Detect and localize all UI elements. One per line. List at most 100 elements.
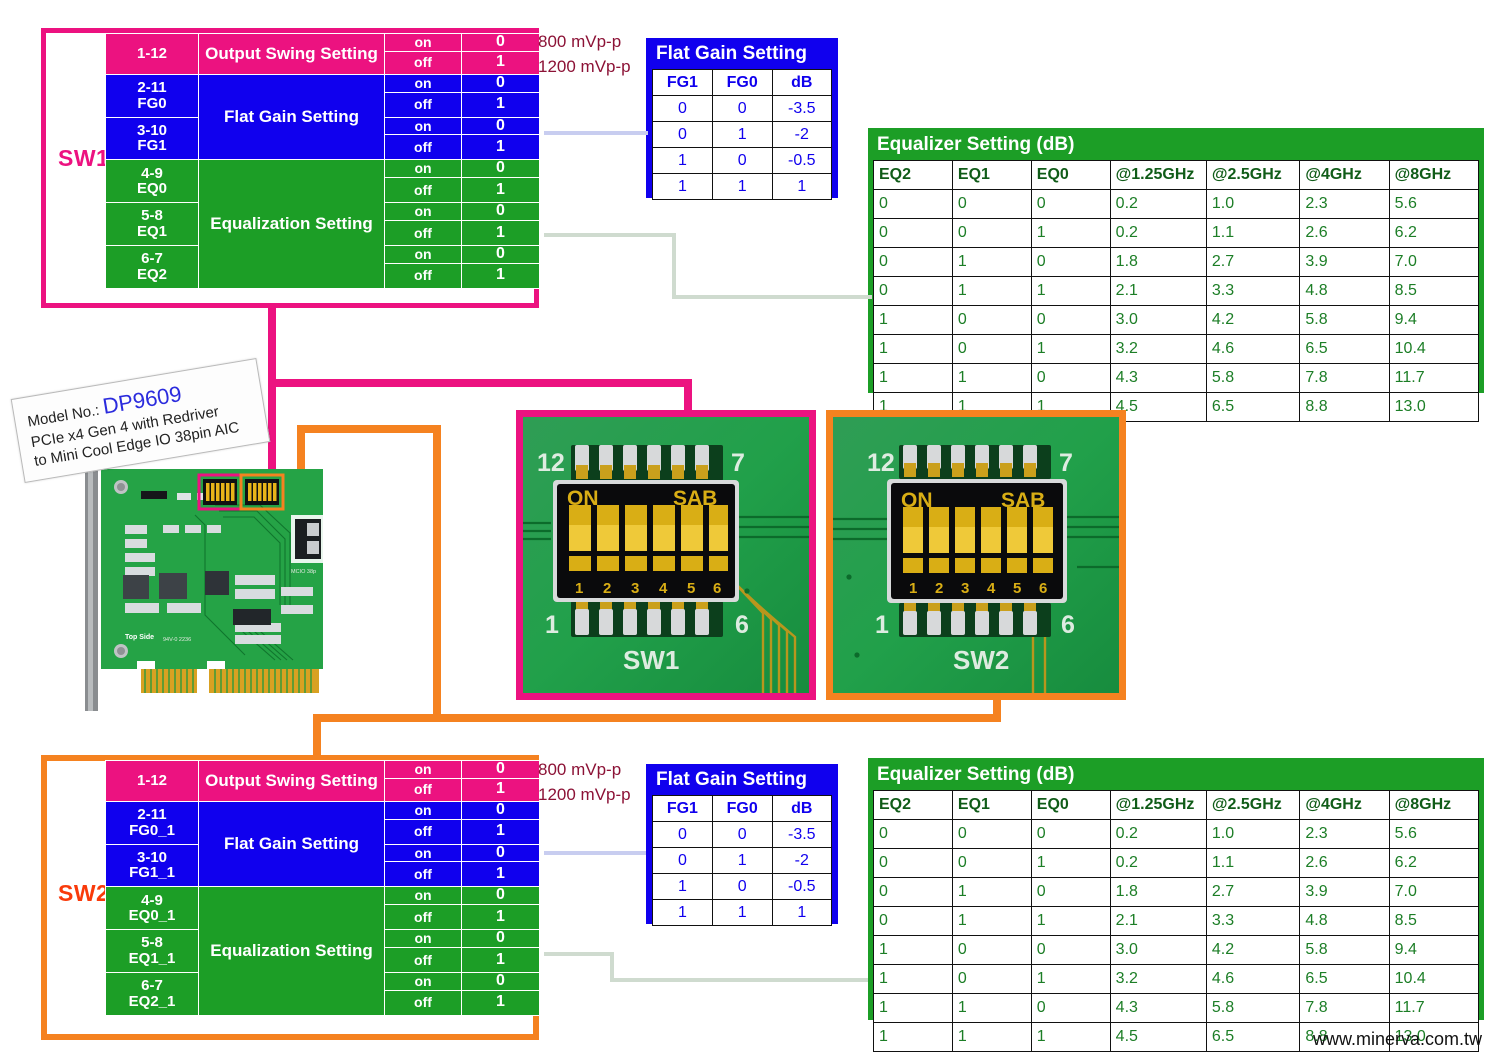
cell: 0 — [951, 819, 1032, 849]
flat-gain-title: Flat Gain Setting — [656, 43, 807, 64]
pin-cell: 2-11 FG0_1 — [105, 800, 199, 845]
cell: 0 — [873, 276, 953, 306]
cell: 0 — [951, 305, 1032, 335]
bit-cell: 1 — [461, 777, 540, 802]
table-row: 4-9 EQ0 Equalization Setting on 0 — [105, 159, 540, 289]
sw2-pin-1: 1 — [875, 611, 889, 639]
state-cell: on — [384, 33, 462, 52]
header-cell: EQ2 — [873, 790, 953, 820]
cell: 10.4 — [1388, 964, 1480, 994]
pin-cell: 3-10 FG1 — [105, 116, 199, 161]
cell: 1 — [873, 935, 953, 965]
table-row: 1 0 0 3.0 4.2 5.8 9.4 — [873, 305, 1480, 335]
cell: 0 — [1030, 819, 1111, 849]
pin-number: 3-10 — [136, 121, 168, 139]
cell: 7.8 — [1299, 993, 1390, 1023]
cell: -2 — [771, 847, 833, 874]
sw1-switch-num-6: 6 — [713, 580, 721, 597]
header-cell: FG1 — [652, 795, 713, 822]
cell: 6.5 — [1205, 1022, 1301, 1052]
cell: -2 — [771, 121, 833, 148]
signal-name: EQ1 — [136, 223, 167, 241]
sw1-on-text: ON — [567, 487, 599, 510]
cell: -0.5 — [771, 873, 833, 900]
header-cell: @4GHz — [1299, 790, 1390, 820]
sw2-switch-num-2: 2 — [935, 580, 943, 597]
sw1-dip-photo: ON SAB 1 2 3 4 5 6 12 7 1 6 SW1 — [516, 410, 816, 700]
state-cell: on — [384, 760, 462, 779]
pin-cell: 6-7 EQ2_1 — [105, 971, 199, 1016]
sw1-dip-svg: ON SAB 1 2 3 4 5 6 12 7 1 6 SW1 — [523, 417, 809, 693]
bit-cell: 1 — [461, 946, 540, 973]
cell: 4.2 — [1205, 935, 1301, 965]
state-cell: on — [384, 800, 462, 820]
header-cell: EQ0 — [1030, 790, 1111, 820]
cell: 0 — [652, 95, 713, 122]
cell: 5.8 — [1205, 993, 1301, 1023]
header-cell: @8GHz — [1388, 160, 1480, 190]
cell: 0 — [873, 906, 953, 936]
cell: 1 — [1030, 218, 1111, 248]
cell: 1 — [652, 899, 713, 926]
sw2-switch-num-1: 1 — [909, 580, 917, 597]
cell: -3.5 — [771, 821, 833, 848]
cell: 0 — [711, 873, 773, 900]
cell: 1.1 — [1205, 848, 1301, 878]
cell: 0 — [951, 334, 1032, 364]
sw1-switch-num-4: 4 — [659, 580, 668, 597]
table-row: 1 0 0 3.0 4.2 5.8 9.4 — [873, 935, 1480, 965]
equalizer-title: Equalizer Setting (dB) — [877, 134, 1075, 155]
cell: 7.0 — [1388, 877, 1480, 907]
cell: 2.3 — [1299, 189, 1390, 219]
cell: 2.3 — [1299, 819, 1390, 849]
header-cell: EQ1 — [951, 790, 1032, 820]
cell: 0 — [951, 218, 1032, 248]
header-cell: @1.25GHz — [1109, 160, 1207, 190]
cell: 1 — [711, 173, 773, 200]
website-footer: www.minerva.com.tw — [1312, 1029, 1482, 1049]
state-cell: off — [384, 219, 462, 246]
flat-gain-table-top: Flat Gain Setting FG1 FG0 dB 0 0 -3.5 0 … — [646, 38, 838, 200]
cell: 4.6 — [1205, 964, 1301, 994]
flat-gain-grid: FG1 FG0 dB 0 0 -3.5 0 1 -2 1 0 -0.5 1 1 … — [652, 69, 833, 200]
pcb-svg: Top Side 94V-0 2236 MCIO 38p — [85, 463, 323, 711]
pin-cell: 5-8 EQ1_1 — [105, 929, 199, 973]
state-cell: off — [384, 262, 462, 289]
bit-cell: 0 — [461, 244, 540, 264]
cell: 1 — [951, 993, 1032, 1023]
bit-cell: 0 — [461, 73, 540, 93]
sw1-sab-text: SAB — [673, 487, 717, 510]
cell: 0 — [951, 848, 1032, 878]
pin-number: 5-8 — [141, 207, 163, 225]
cell: 0 — [652, 121, 713, 148]
cell: 1 — [951, 247, 1032, 277]
sw1-setting-table: 1-12 Output Swing Setting on 0 off 1 2-1… — [105, 33, 540, 289]
state-cell: off — [384, 777, 462, 802]
sw2-switch-num-4: 4 — [987, 580, 996, 597]
sw2-sab-text: SAB — [1001, 489, 1045, 512]
cell: 0.2 — [1109, 218, 1207, 248]
mv-1200-bottom: 1200 mVp-p — [538, 784, 631, 804]
bit-cell: 1 — [461, 91, 540, 118]
cell: 5.8 — [1299, 305, 1390, 335]
sw2-dip-photo: ON SAB 1 2 3 4 5 6 12 7 1 6 SW2 — [826, 410, 1126, 700]
bit-cell: 1 — [461, 262, 540, 289]
cell: 1 — [711, 899, 773, 926]
pin-number: 6-7 — [141, 250, 163, 268]
table-row: 1 0 1 3.2 4.6 6.5 10.4 — [873, 334, 1480, 364]
bit-cell: 1 — [461, 861, 540, 888]
equalizer-grid-bottom: EQ2 EQ1 EQ0 @1.25GHz @2.5GHz @4GHz @8GHz… — [873, 790, 1480, 1052]
cell: 13.0 — [1388, 392, 1480, 422]
flat-gain-table-bottom: Flat Gain Setting FG1 FG0 dB 0 0 -3.5 0 … — [646, 764, 838, 926]
table-header-row: FG1 FG0 dB — [652, 795, 833, 822]
cell: 8.5 — [1388, 276, 1480, 306]
header-cell: @2.5GHz — [1205, 160, 1301, 190]
flat-gain-title-bottom: Flat Gain Setting — [656, 769, 807, 790]
pin-cell: 1-12 — [105, 760, 199, 802]
pcb-topside-text: Top Side — [125, 634, 154, 641]
cell: 4.6 — [1205, 334, 1301, 364]
cell: 0 — [1030, 363, 1111, 393]
state-cell: on — [384, 886, 462, 906]
pcb-connector-text: MCIO 38p — [291, 569, 316, 575]
cell: 2.1 — [1109, 276, 1207, 306]
